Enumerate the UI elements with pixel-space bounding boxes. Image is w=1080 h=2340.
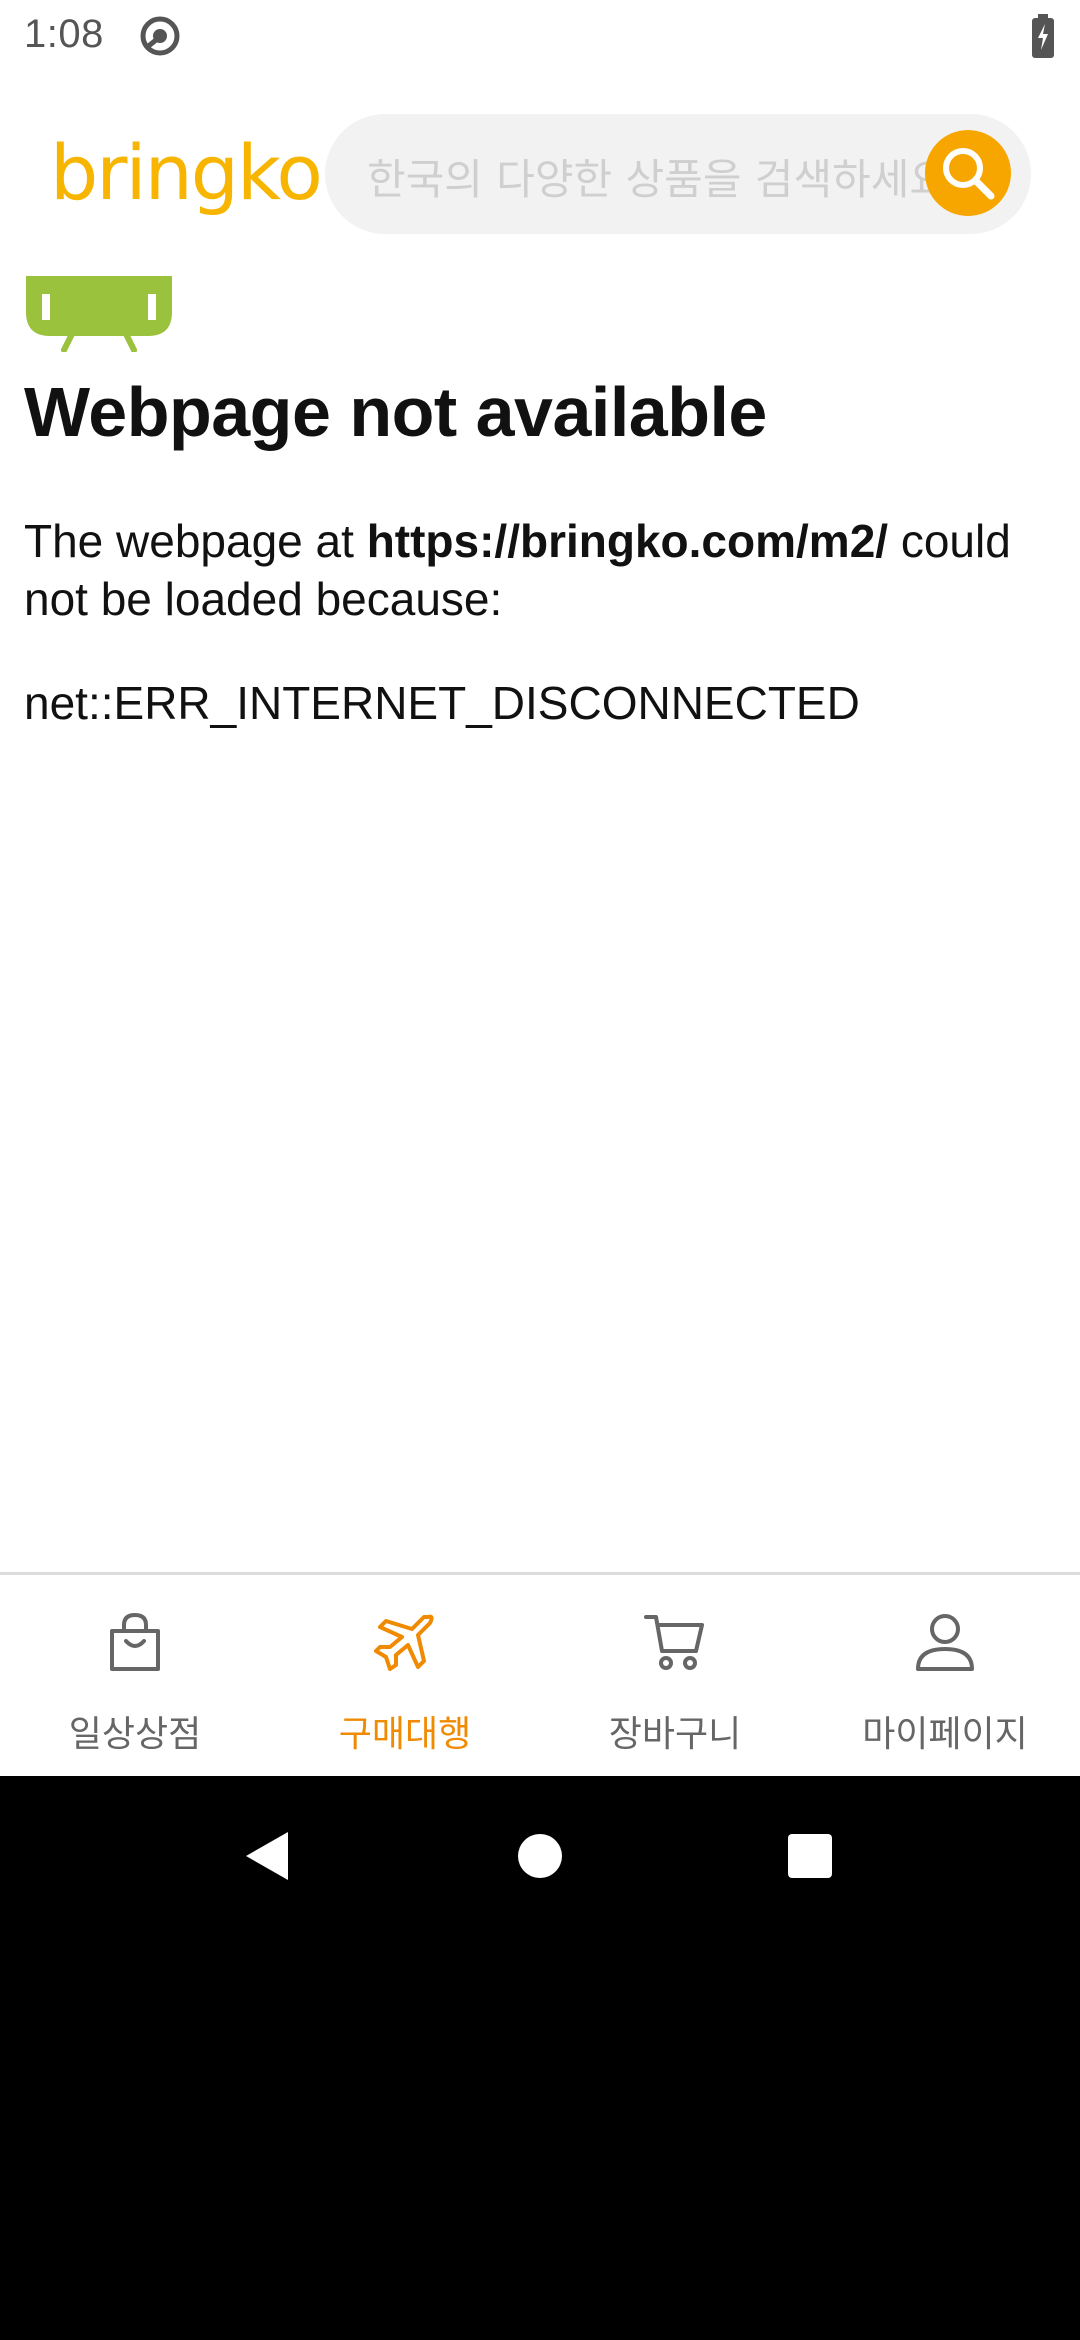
- error-message: The webpage at https://bringko.com/m2/ c…: [24, 512, 1054, 628]
- app-header: bringko 한국의 다양한 상품을 검색하세요: [0, 100, 1080, 250]
- back-icon[interactable]: [240, 1826, 300, 1886]
- system-nav-bar: [0, 1776, 1080, 2340]
- search-placeholder: 한국의 다양한 상품을 검색하세요: [367, 155, 947, 204]
- search-icon: [943, 148, 995, 200]
- home-icon[interactable]: [510, 1826, 570, 1886]
- nav-label-cart: 장바구니: [608, 1714, 742, 1755]
- nav-item-purchase-agent[interactable]: 구매대행: [270, 1575, 540, 1779]
- error-message-prefix: The webpage at: [24, 515, 367, 567]
- nav-item-cart[interactable]: 장바구니: [540, 1575, 810, 1779]
- error-title: Webpage not available: [24, 373, 767, 451]
- nav-label-daily-store: 일상상점: [68, 1714, 202, 1755]
- recents-icon[interactable]: [780, 1826, 840, 1886]
- shopping-bag-icon: [110, 1612, 160, 1671]
- search-button[interactable]: [925, 130, 1011, 216]
- error-url: https://bringko.com/m2/: [366, 515, 889, 567]
- status-time: 1:08: [24, 12, 104, 56]
- nav-label-purchase-agent: 구매대행: [338, 1714, 472, 1755]
- airplane-icon: [374, 1614, 434, 1671]
- cart-icon: [644, 1615, 704, 1670]
- battery-charging-icon: [1032, 14, 1054, 58]
- error-code: net::ERR_INTERNET_DISCONNECTED: [24, 677, 860, 729]
- bringko-logo[interactable]: bringko: [50, 128, 323, 217]
- android-robot-icon: [26, 276, 172, 352]
- sync-icon: [140, 16, 180, 56]
- nav-label-my-page: 마이페이지: [862, 1714, 1028, 1755]
- nav-item-daily-store[interactable]: 일상상점: [0, 1575, 270, 1779]
- status-bar: 1:08: [0, 0, 1080, 72]
- nav-item-my-page[interactable]: 마이페이지: [810, 1575, 1080, 1779]
- person-icon: [916, 1614, 974, 1671]
- bottom-nav: 일상상점 구매대행 장바구니 마이페이지: [0, 1572, 1080, 1779]
